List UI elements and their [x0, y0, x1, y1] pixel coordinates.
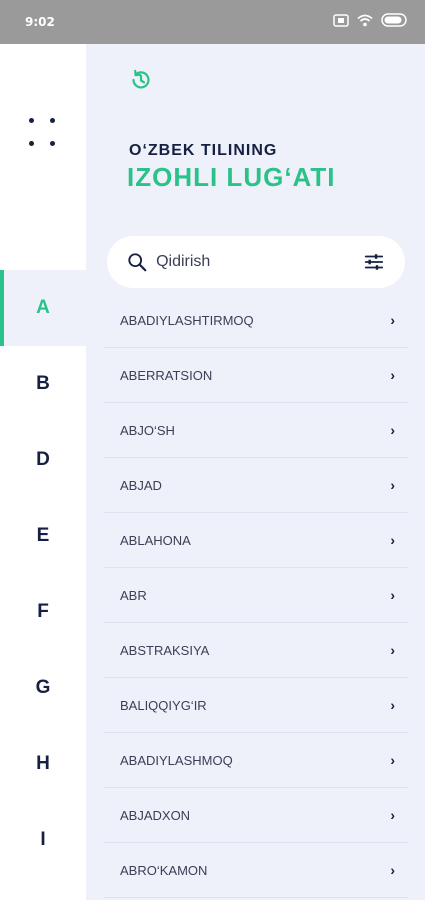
chevron-right-icon: ›	[390, 642, 395, 658]
chevron-right-icon: ›	[390, 697, 395, 713]
chevron-right-icon: ›	[390, 587, 395, 603]
word-label: ABSTRAKSIYA	[120, 642, 210, 658]
letter-tab-a[interactable]: A	[0, 270, 86, 346]
search-icon	[128, 253, 147, 272]
search-bar	[107, 236, 405, 288]
word-list-item[interactable]: ABADIYLASHTIRMOQ ›	[104, 293, 408, 348]
letter-tab-i[interactable]: I	[0, 802, 86, 878]
chevron-right-icon: ›	[390, 422, 395, 438]
status-bar: 9:02	[0, 0, 425, 44]
letter-tab-f[interactable]: F	[0, 574, 86, 650]
letter-tab-e[interactable]: E	[0, 498, 86, 574]
word-list-item[interactable]: ABLAHONA ›	[104, 513, 408, 568]
chevron-right-icon: ›	[390, 862, 395, 878]
status-time: 9:02	[25, 15, 55, 29]
word-label: ABJADXON	[120, 807, 191, 823]
history-icon[interactable]	[129, 68, 153, 92]
status-icons	[333, 13, 407, 27]
word-label: ABADIYLASHTIRMOQ	[120, 312, 254, 328]
word-list-item[interactable]: BALIQQIYG‘IR ›	[104, 678, 408, 733]
word-label: ABJAD	[120, 477, 162, 493]
word-label: ABR	[120, 587, 147, 603]
word-label: ABERRATSION	[120, 367, 213, 383]
chevron-right-icon: ›	[390, 367, 395, 383]
filter-settings-icon[interactable]	[363, 250, 385, 274]
main-panel: O‘ZBEK TILINING IZOHLI LUG‘ATI ABADIYLAS…	[86, 44, 425, 900]
wifi-icon	[357, 14, 373, 26]
grid-dots-icon[interactable]	[29, 118, 57, 150]
title-line-1: O‘ZBEK TILINING	[129, 142, 278, 159]
chevron-right-icon: ›	[390, 532, 395, 548]
letter-tab-b[interactable]: B	[0, 346, 86, 422]
word-list-item[interactable]: ABSTRAKSIYA ›	[104, 623, 408, 678]
letter-tab-h[interactable]: H	[0, 726, 86, 802]
title-line-2: IZOHLI LUG‘ATI	[127, 162, 336, 192]
letter-tab-g[interactable]: G	[0, 650, 86, 726]
chevron-right-icon: ›	[390, 807, 395, 823]
word-list-item[interactable]: ABRO‘KAMON ›	[104, 843, 408, 898]
chevron-right-icon: ›	[390, 752, 395, 768]
chevron-right-icon: ›	[390, 477, 395, 493]
screen-record-icon	[333, 13, 349, 27]
word-list-item[interactable]: ABJO‘SH ›	[104, 403, 408, 458]
word-label: ABADIYLASHMOQ	[120, 752, 233, 768]
search-input[interactable]	[156, 253, 364, 271]
word-label: ABLAHONA	[120, 532, 191, 548]
word-list: ABADIYLASHTIRMOQ › ABERRATSION › ABJO‘SH › ABJ…	[104, 293, 408, 898]
toggle-icon	[381, 13, 407, 27]
word-list-item[interactable]: ABADIYLASHMOQ ›	[104, 733, 408, 788]
alphabet-sidebar: ABDEFGHI	[0, 44, 86, 900]
word-list-item[interactable]: ABERRATSION ›	[104, 348, 408, 403]
chevron-right-icon: ›	[390, 312, 395, 328]
letter-tab-d[interactable]: D	[0, 422, 86, 498]
word-label: ABRO‘KAMON	[120, 862, 208, 878]
word-list-item[interactable]: ABR ›	[104, 568, 408, 623]
word-label: BALIQQIYG‘IR	[120, 697, 207, 713]
letter-list: ABDEFGHI	[0, 270, 86, 878]
word-label: ABJO‘SH	[120, 422, 175, 438]
word-list-item[interactable]: ABJADXON ›	[104, 788, 408, 843]
word-list-item[interactable]: ABJAD ›	[104, 458, 408, 513]
